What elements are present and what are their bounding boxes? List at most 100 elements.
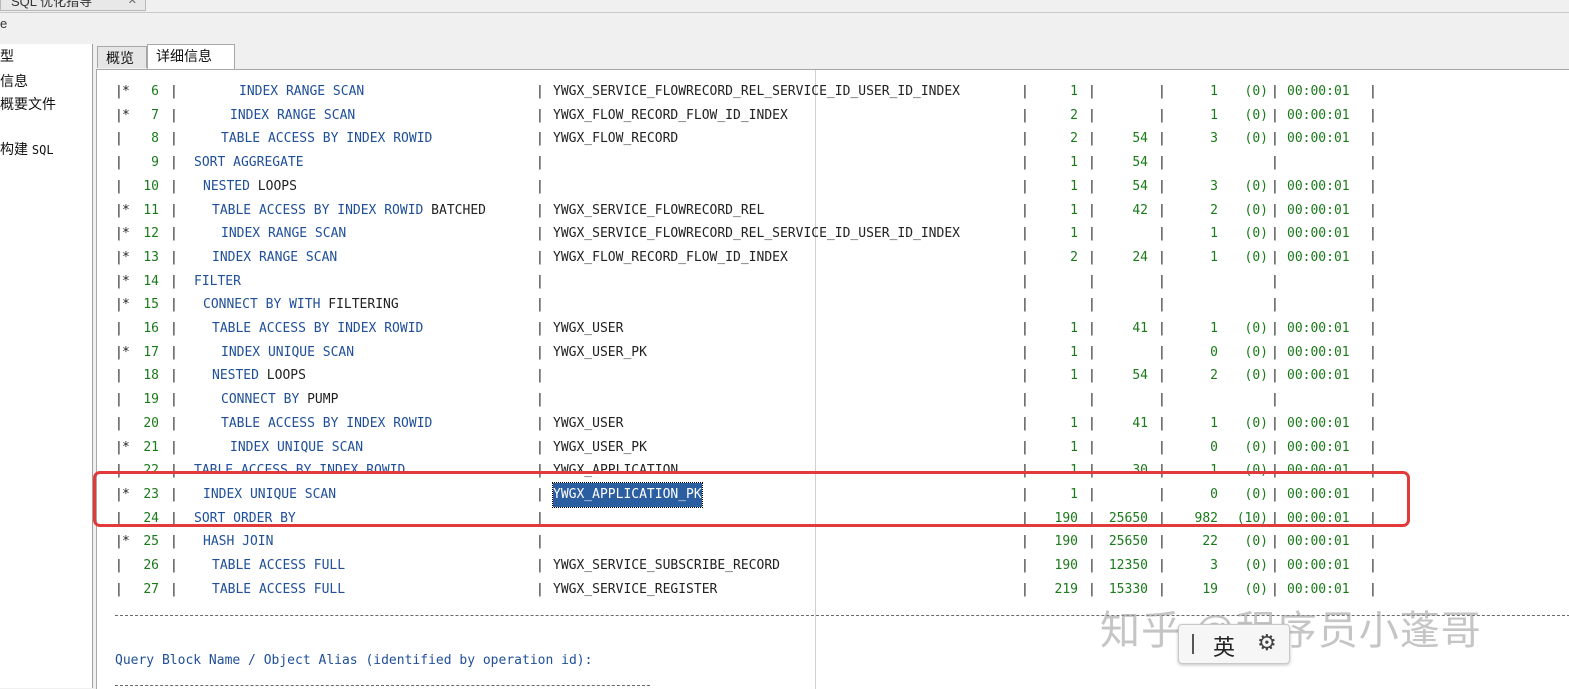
plan-row[interactable]: | 8 | TABLE ACCESS BY INDEX ROWID | YWGX_FLOW… bbox=[97, 127, 1569, 151]
row-border: | bbox=[1021, 249, 1029, 265]
sidebar-item-info[interactable]: 信息 bbox=[0, 71, 28, 91]
row-border: | bbox=[1021, 226, 1029, 242]
plan-row[interactable]: | * 14 | FILTER | | | | | | bbox=[97, 270, 1569, 294]
operation-id: 16 bbox=[143, 321, 159, 336]
operation-word: UNIQUE bbox=[269, 439, 324, 455]
row-border: | bbox=[1158, 84, 1166, 99]
row-border: | bbox=[1271, 297, 1279, 313]
row-border: | bbox=[1271, 178, 1279, 194]
cpu-value: (0) bbox=[1244, 107, 1268, 123]
row-border: | bbox=[115, 131, 123, 147]
cpu-value: (0) bbox=[1244, 368, 1268, 384]
operation-name: INDEX RANGE SCAN bbox=[230, 104, 355, 128]
row-border: | bbox=[536, 249, 544, 265]
plan-row[interactable]: | * 25 | HASH JOIN | | 190 | 25650 | 22 (0) | 00:00:01… bbox=[97, 530, 1569, 554]
plan-row[interactable]: | 9 | SORT AGGREGATE | | 1 | 54 | | | bbox=[97, 151, 1569, 175]
row-border: | bbox=[1158, 392, 1166, 408]
row-border: | bbox=[1088, 297, 1096, 313]
operation-word: AGGREGATE bbox=[225, 155, 304, 171]
operation-word: INDEX bbox=[230, 107, 270, 123]
cost-value: 1 bbox=[1210, 226, 1218, 242]
tab-overview[interactable]: 概览 bbox=[97, 46, 147, 68]
operation-word: PUMP bbox=[299, 392, 339, 408]
plan-row[interactable]: | 26 | TABLE ACCESS FULL | YWGX_SERVICE_SUBSC… bbox=[97, 554, 1569, 578]
rows-value: 190 bbox=[1054, 558, 1078, 573]
plan-row[interactable]: | * 17 | INDEX UNIQUE SCAN | YWGX_USER_PK | 1 | | 0… bbox=[97, 341, 1569, 365]
query-block-divider bbox=[115, 685, 650, 687]
plan-row[interactable]: | * 13 | INDEX RANGE SCAN | YWGX_FLOW_RECORD_F… bbox=[97, 246, 1569, 270]
ime-language-toggle[interactable]: 英 bbox=[1213, 630, 1235, 662]
operation-word: BY bbox=[314, 415, 339, 431]
sidebar-item-build-label: 构建 bbox=[0, 141, 28, 157]
operation-word: RANGE bbox=[260, 226, 308, 242]
operation-word: FULL bbox=[305, 581, 346, 597]
row-border: | bbox=[1088, 344, 1096, 360]
sidebar-item-type[interactable]: 型 bbox=[0, 46, 14, 66]
cost-value: 1 bbox=[1210, 107, 1218, 123]
cost-value: 1 bbox=[1210, 249, 1218, 265]
object-name: YWGX_SERVICE_FLOWRECORD_REL_SERVICE_ID_U… bbox=[553, 226, 960, 242]
query-block-label: Query Block Name / Object Alias (identif… bbox=[115, 653, 593, 668]
menu-fragment[interactable]: e bbox=[0, 16, 7, 31]
cost-value: 1 bbox=[1210, 321, 1218, 336]
row-border: | bbox=[1021, 415, 1029, 431]
row-border: | bbox=[115, 368, 123, 384]
operation-id: 10 bbox=[143, 178, 159, 194]
row-border: | bbox=[1369, 368, 1377, 384]
sidebar-item-profile[interactable]: 概要文件 bbox=[0, 94, 56, 114]
row-border: | bbox=[170, 534, 178, 550]
row-border: | bbox=[1369, 415, 1377, 431]
plan-row[interactable]: | 10 | NESTED LOOPS | | 1 | 54 | 3 (0) | 00:00:01 | bbox=[97, 175, 1569, 199]
gear-icon[interactable]: ⚙ bbox=[1257, 630, 1277, 656]
operation-name: TABLE ACCESS BY INDEX ROWID bbox=[221, 412, 432, 436]
row-border: | bbox=[1021, 392, 1029, 408]
plan-row[interactable]: | * 6 | INDEX RANGE SCAN | YWGX_SERVICE_FLOWRE… bbox=[97, 80, 1569, 104]
operation-word: INDEX bbox=[338, 131, 386, 147]
object-name: YWGX_SERVICE_SUBSCRIBE_RECORD bbox=[553, 558, 780, 573]
cpu-value: (0) bbox=[1244, 534, 1268, 550]
plan-row[interactable]: | * 15 | CONNECT BY WITH FILTERING | | | | | | bbox=[97, 293, 1569, 317]
row-border: | bbox=[1021, 202, 1029, 218]
cost-value: 2 bbox=[1210, 368, 1218, 384]
plan-row[interactable]: | * 21 | INDEX UNIQUE SCAN | YWGX_USER_PK | 1 | | 0… bbox=[97, 436, 1569, 460]
plan-row[interactable]: | 19 | CONNECT BY PUMP | | | | | | bbox=[97, 388, 1569, 412]
bytes-value: 54 bbox=[1132, 178, 1148, 194]
sidebar-item-build-sql[interactable]: 构建 SQL bbox=[0, 139, 54, 159]
predicate-marker: * bbox=[122, 534, 130, 550]
bytes-value: 25650 bbox=[1108, 534, 1148, 550]
plan-row[interactable]: | 20 | TABLE ACCESS BY INDEX ROWID | YWGX_USE… bbox=[97, 412, 1569, 436]
row-border: | bbox=[536, 107, 544, 123]
row-border: | bbox=[1158, 439, 1166, 455]
tab-sql-tuning-advisor[interactable]: SQL 优化指导 ✕ bbox=[0, 0, 146, 11]
plan-row[interactable]: | 18 | NESTED LOOPS | | 1 | 54 | 2 (0) | 00:00:01 | bbox=[97, 364, 1569, 388]
row-border: | bbox=[1158, 415, 1166, 431]
operation-word: WITH bbox=[281, 297, 321, 313]
time-value: 00:00:01 bbox=[1287, 415, 1350, 431]
time-value: 00:00:01 bbox=[1287, 131, 1350, 147]
ime-drag-handle[interactable] bbox=[1192, 634, 1194, 654]
operation-name: FILTER bbox=[194, 270, 241, 294]
row-border: | bbox=[1369, 84, 1377, 99]
operation-word: TABLE bbox=[212, 202, 252, 218]
cpu-value: (0) bbox=[1244, 321, 1268, 336]
row-border: | bbox=[170, 558, 178, 573]
plan-row[interactable]: | 16 | TABLE ACCESS BY INDEX ROWID | YWGX_USE… bbox=[97, 317, 1569, 341]
operation-id: 20 bbox=[143, 415, 159, 431]
predicate-marker: * bbox=[122, 249, 130, 265]
row-border: | bbox=[1158, 558, 1166, 573]
row-border: | bbox=[536, 439, 544, 455]
ime-toolbar[interactable]: 英 ⚙ bbox=[1178, 624, 1290, 664]
tab-details[interactable]: 详细信息 bbox=[147, 44, 235, 69]
row-border: | bbox=[1088, 392, 1096, 408]
close-icon[interactable]: ✕ bbox=[128, 0, 137, 10]
row-border: | bbox=[1271, 392, 1279, 408]
plan-row[interactable]: | * 12 | INDEX RANGE SCAN | YWGX_SERVICE_FLOWR… bbox=[97, 222, 1569, 246]
plan-row[interactable]: | * 11 | TABLE ACCESS BY INDEX ROWID BATCHED… bbox=[97, 199, 1569, 223]
cpu-value: (0) bbox=[1244, 131, 1268, 147]
row-border: | bbox=[170, 202, 178, 218]
row-border: | bbox=[1021, 155, 1029, 171]
row-border: | bbox=[1088, 155, 1096, 171]
plan-row[interactable]: | * 7 | INDEX RANGE SCAN | YWGX_FLOW_RECORD_FL… bbox=[97, 104, 1569, 128]
row-border: | bbox=[1021, 368, 1029, 384]
time-value: 00:00:01 bbox=[1287, 226, 1350, 242]
